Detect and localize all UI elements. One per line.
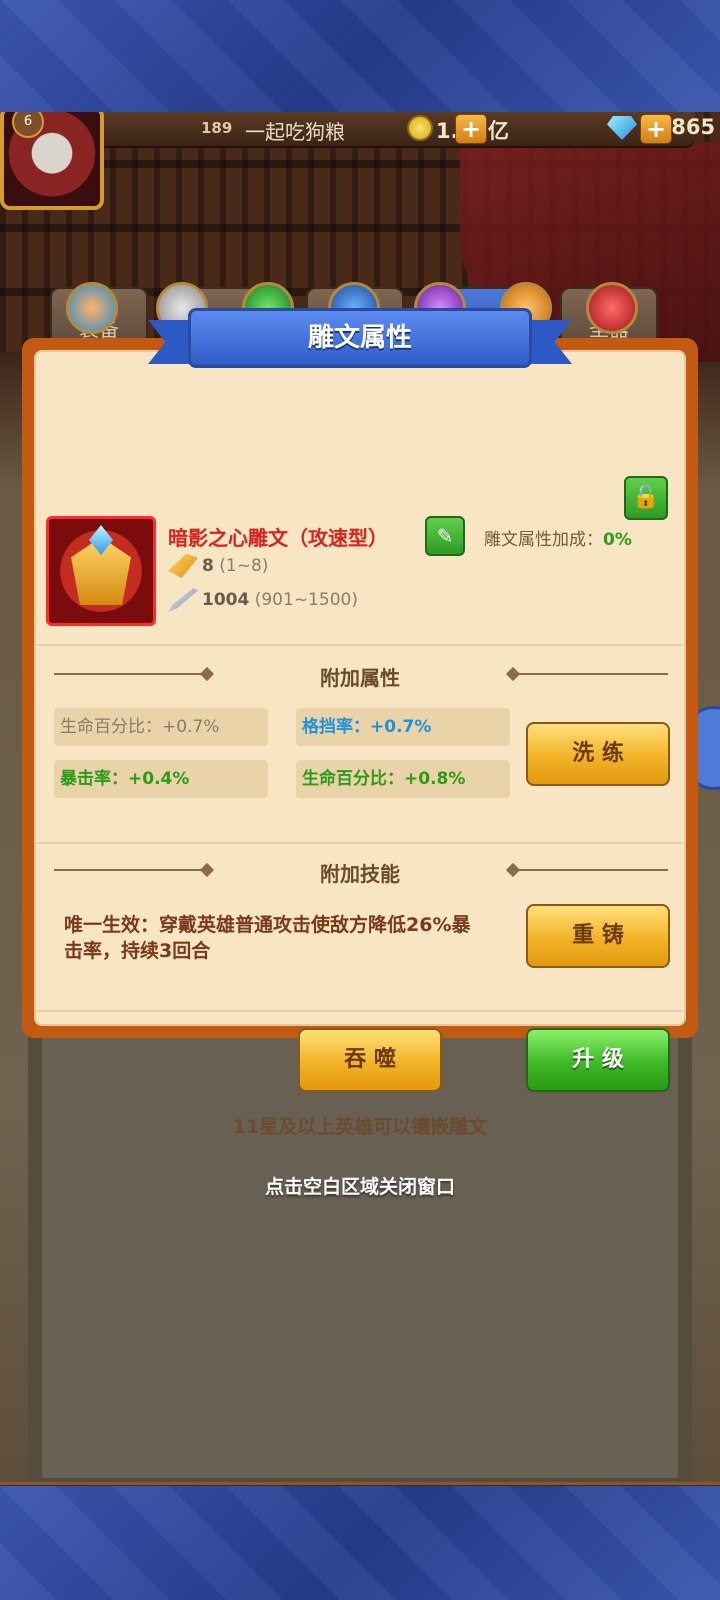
extra-attributes-title: 附加属性 — [320, 666, 400, 690]
bottom-frame — [0, 1486, 720, 1600]
attribute-block-rate: 格挡率：+0.7% — [296, 708, 510, 746]
pencil-icon: ✎ — [436, 524, 454, 548]
close-hint[interactable]: 点击空白区域关闭窗口 — [0, 1172, 720, 1199]
unlock-icon: 🔓 — [632, 485, 660, 510]
divider — [38, 842, 682, 844]
add-gems-button[interactable]: + — [640, 114, 672, 144]
avatar-level-badge: 6 — [12, 112, 44, 138]
dialog-title: 雕文属性 — [188, 308, 532, 368]
sword-icon — [168, 588, 198, 612]
top-frame — [0, 0, 720, 112]
extra-skill-title: 附加技能 — [320, 862, 400, 886]
skill-description: 唯一生效：穿戴英雄普通攻击使敌方降低26%暴击率，持续3回合 — [64, 914, 471, 962]
unlock-button[interactable]: 🔓 — [624, 476, 668, 520]
player-avatar[interactable]: 6 — [0, 112, 104, 210]
rune-slot[interactable] — [66, 282, 118, 334]
level-value: 8 — [202, 556, 214, 576]
gold-coin-icon — [407, 115, 433, 141]
attribute-hp-percent: 生命百分比：+0.7% — [54, 708, 268, 746]
rename-button[interactable]: ✎ — [425, 516, 465, 556]
gem-icon — [607, 116, 637, 140]
bonus-value: 0% — [603, 530, 632, 550]
rune-inlay-note: 11星及以上英雄可以镶嵌雕文 — [232, 1116, 488, 1138]
upgrade-button[interactable]: 升 级 — [526, 1028, 670, 1092]
attribute-crit-rate: 暴击率：+0.4% — [54, 760, 268, 798]
divider — [38, 644, 682, 646]
player-level: 189 — [201, 119, 233, 137]
feather-icon — [168, 554, 198, 578]
rune-name: 暗影之心雕文（攻速型） — [168, 526, 388, 550]
resource-bar: 189 一起吃狗粮 1.59亿 + 99865 + — [95, 112, 715, 148]
rune-image — [46, 516, 156, 626]
rune-slot[interactable] — [586, 282, 638, 334]
rune-level: 8 (1~8) — [168, 554, 268, 578]
power-value: 1004 — [202, 590, 250, 610]
dialog-title-ribbon: 雕文属性 — [148, 308, 572, 374]
attribute-hp-percent-2: 生命百分比：+0.8% — [296, 760, 510, 798]
refine-button[interactable]: 洗 练 — [526, 722, 670, 786]
rune-bonus: 雕文属性加成：0% — [484, 525, 632, 550]
devour-button[interactable]: 吞 噬 — [298, 1028, 442, 1092]
power-range: (901~1500) — [254, 590, 358, 610]
bonus-label: 雕文属性加成： — [484, 530, 603, 550]
recast-button[interactable]: 重 铸 — [526, 904, 670, 968]
divider — [38, 1010, 682, 1012]
add-gold-button[interactable]: + — [455, 114, 487, 144]
rune-power: 1004 (901~1500) — [168, 588, 358, 612]
level-range: (1~8) — [219, 556, 269, 576]
player-name: 一起吃狗粮 — [245, 120, 345, 144]
